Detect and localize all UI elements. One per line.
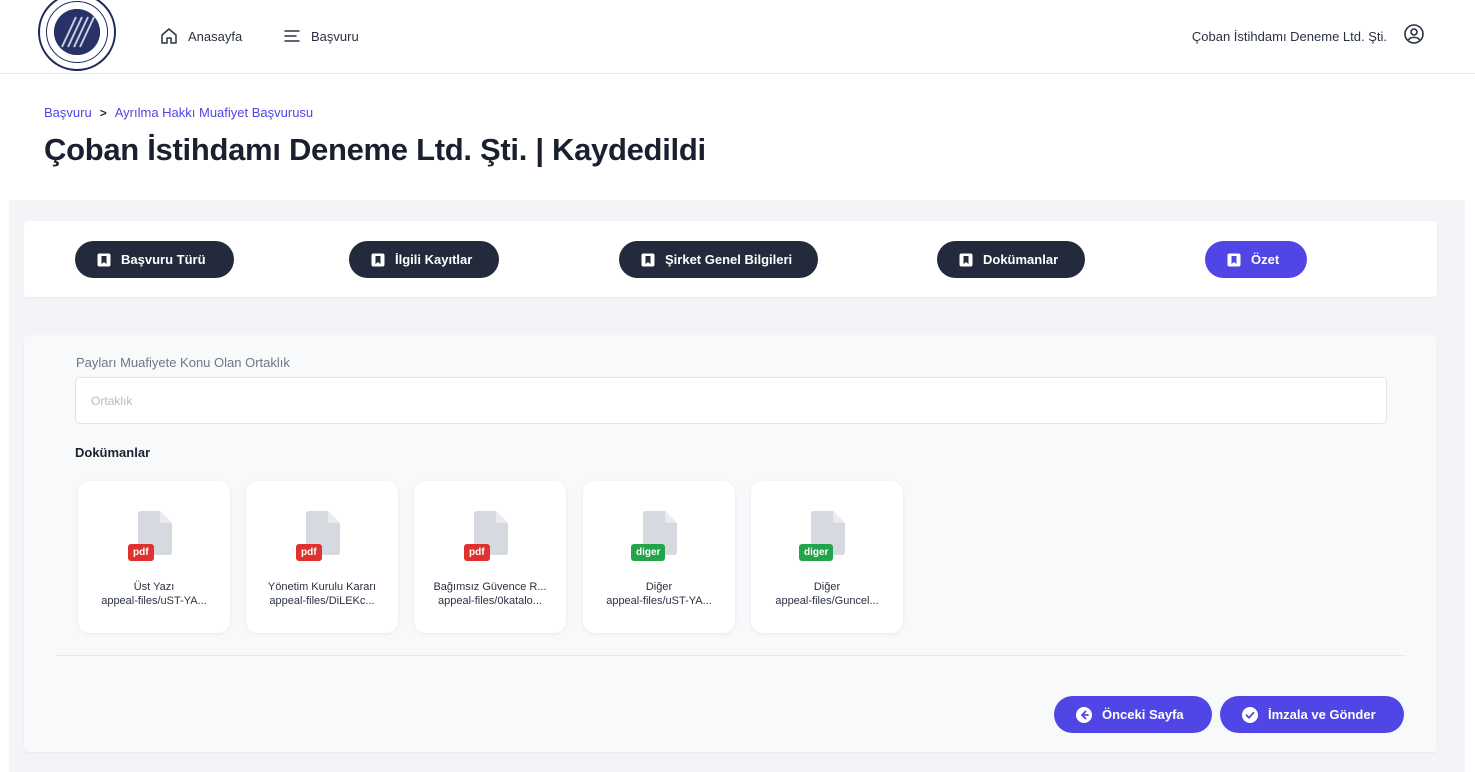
sign-and-submit-button[interactable]: İmzala ve Gönder <box>1220 696 1404 733</box>
bookmark-icon <box>641 253 655 266</box>
arrow-left-circle-icon <box>1076 706 1092 723</box>
logo[interactable] <box>38 0 116 71</box>
breadcrumb-item-exemption[interactable]: Ayrılma Hakkı Muafiyet Başvurusu <box>115 105 313 120</box>
nav-home-link[interactable]: Anasayfa <box>160 24 242 48</box>
tab-label: Özet <box>1251 252 1280 267</box>
nav-home-label: Anasayfa <box>188 28 243 44</box>
bookmark-icon <box>371 253 385 266</box>
previous-page-label: Önceki Sayfa <box>1102 707 1184 722</box>
tab-related-records[interactable]: İlgili Kayıtlar <box>349 241 499 278</box>
file-type-badge: diger <box>631 544 666 561</box>
menu-icon <box>283 27 301 45</box>
document-path: appeal-files/uST-YA... <box>606 595 712 607</box>
check-circle-icon <box>1242 706 1258 723</box>
sign-and-submit-label: İmzala ve Gönder <box>1268 707 1376 722</box>
document-card[interactable]: pdf Bağımsız Güvence R... appeal-files/0… <box>414 481 566 633</box>
nav-apply-label: Başvuru <box>311 28 359 44</box>
partnership-input[interactable] <box>75 377 1387 424</box>
tab-label: İlgili Kayıtlar <box>395 252 473 267</box>
user-name[interactable]: Çoban İstihdamı Deneme Ltd. Şti. <box>1192 29 1387 44</box>
document-path: appeal-files/Guncel... <box>775 595 879 607</box>
tab-label: Dokümanlar <box>983 252 1059 267</box>
file-type-badge: diger <box>799 544 834 561</box>
user-circle-icon[interactable] <box>1403 23 1425 45</box>
partnership-label: Payları Muafiyete Konu Olan Ortaklık <box>76 355 290 370</box>
file-type-badge: pdf <box>296 544 322 561</box>
logo-emblem <box>54 9 100 55</box>
bookmark-icon <box>959 253 973 266</box>
step-tabs: Başvuru Türü İlgili Kayıtlar Şirket Gene… <box>24 221 1437 297</box>
document-path: appeal-files/0katalo... <box>438 595 542 607</box>
document-card[interactable]: pdf Üst Yazı appeal-files/uST-YA... <box>78 481 230 633</box>
page-title: Çoban İstihdamı Deneme Ltd. Şti. | Kayde… <box>44 132 706 167</box>
file-type-badge: pdf <box>464 544 490 561</box>
summary-card: Payları Muafiyete Konu Olan Ortaklık Dok… <box>24 335 1437 752</box>
breadcrumb: Başvuru > Ayrılma Hakkı Muafiyet Başvuru… <box>44 105 313 120</box>
bookmark-icon <box>1227 253 1241 266</box>
document-card[interactable]: diger Diğer appeal-files/uST-YA... <box>583 481 735 633</box>
document-path: appeal-files/uST-YA... <box>101 595 207 607</box>
documents-heading: Dokümanlar <box>75 445 151 460</box>
previous-page-button[interactable]: Önceki Sayfa <box>1054 696 1212 733</box>
document-card[interactable]: pdf Yönetim Kurulu Kararı appeal-files/D… <box>246 481 398 633</box>
tab-company-info[interactable]: Şirket Genel Bilgileri <box>619 241 818 278</box>
breadcrumb-item-apply[interactable]: Başvuru <box>44 105 92 120</box>
tab-label: Başvuru Türü <box>121 252 206 267</box>
document-name: Bağımsız Güvence R... <box>433 581 547 593</box>
document-card[interactable]: diger Diğer appeal-files/Guncel... <box>751 481 903 633</box>
nav-apply-link[interactable]: Başvuru <box>283 24 359 48</box>
document-path: appeal-files/DiLEKc... <box>269 595 375 607</box>
breadcrumb-separator: > <box>99 105 107 120</box>
tab-documents[interactable]: Dokümanlar <box>937 241 1085 278</box>
document-name: Üst Yazı <box>133 581 175 593</box>
document-name: Diğer <box>645 581 673 593</box>
tab-application-type[interactable]: Başvuru Türü <box>75 241 234 278</box>
tab-summary[interactable]: Özet <box>1205 241 1307 278</box>
file-type-badge: pdf <box>128 544 154 561</box>
top-navbar: Anasayfa Başvuru Çoban İstihdamı Deneme … <box>0 0 1475 74</box>
document-name: Diğer <box>813 581 841 593</box>
tab-label: Şirket Genel Bilgileri <box>665 252 793 267</box>
home-icon <box>160 27 178 45</box>
divider <box>56 655 1406 656</box>
document-name: Yönetim Kurulu Kararı <box>267 581 377 593</box>
bookmark-icon <box>97 253 111 266</box>
